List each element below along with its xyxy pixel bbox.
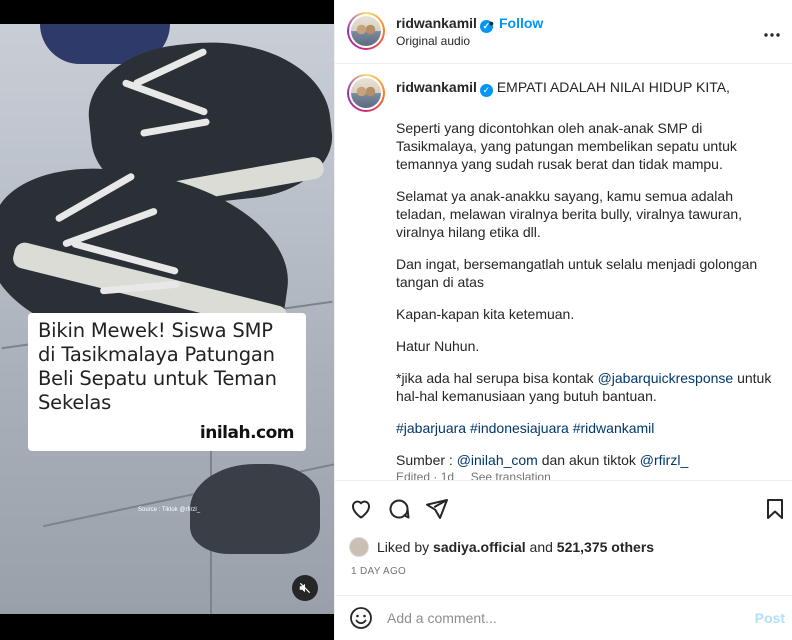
caption-text: *jika ada hal serupa bisa kontak [396,370,598,386]
hashtag-link[interactable]: #indonesiajuara [470,420,569,436]
caption-paragraph: Selamat ya anak-anakku sayang, kamu semu… [396,188,743,240]
caption-paragraph: *jika ada hal serupa bisa kontak @jabarq… [396,369,776,405]
follow-button[interactable]: Follow [499,15,543,31]
caption-meta[interactable]: Edited · 1d See translation [396,470,551,480]
likes-count[interactable]: 521,375 others [557,539,654,555]
caption-first-line: ridwankamil ✓ EMPATI ADALAH NILAI HIDUP K… [396,78,776,97]
profile-photo [351,16,381,46]
action-bar [335,480,792,534]
profile-photo [351,78,381,108]
caption-paragraph: Seperti yang dicontohkan oleh anak-anak … [396,120,737,172]
hashtag-link[interactable]: #ridwankamil [573,420,655,436]
post-caption: ridwankamil ✓ EMPATI ADALAH NILAI HIDUP K… [396,78,776,469]
likes-mid: and [529,539,553,555]
mention-link[interactable]: @inilah_com [457,452,538,468]
liker-username[interactable]: sadiya.official [433,539,526,555]
header-username[interactable]: ridwankamil ✓ [396,15,493,33]
speaker-muted-icon [299,582,311,594]
hashtag-link[interactable]: #jabarjuara [396,420,466,436]
likes-prefix: Liked by [377,539,430,555]
shoe [190,464,320,554]
mute-button[interactable] [292,575,318,601]
caption-text: dan akun tiktok [537,452,640,468]
add-comment-bar: Post [335,595,792,640]
more-options-button[interactable] [763,22,781,43]
likes-summary[interactable]: Liked by sadiya.official and 521,375 oth… [349,536,654,558]
avatar[interactable] [347,12,385,50]
post-panel: ridwankamil ✓ • Follow Original audio rid… [334,0,792,640]
liker-avatar[interactable] [349,537,369,557]
caption-paragraph: Kapan-kapan kita ketemuan. [396,306,575,322]
post-header: ridwankamil ✓ • Follow Original audio [335,0,792,64]
emoji-icon[interactable] [349,606,373,630]
caption-paragraph: Dan ingat, bersemangatlah untuk selalu m… [396,256,758,290]
comment-icon[interactable] [387,497,411,521]
username-text[interactable]: ridwankamil [396,15,477,31]
audio-link[interactable]: Original audio [396,34,470,48]
caption-avatar[interactable] [347,74,385,112]
heart-icon[interactable] [349,497,373,521]
mention-link[interactable]: @jabarquickresponse [598,370,734,386]
caption-headline: EMPATI ADALAH NILAI HIDUP KITA, [496,79,730,95]
video-caption-card: Bikin Mewek! Siswa SMP di Tasikmalaya Pa… [28,313,306,451]
send-icon[interactable] [425,497,449,521]
verified-badge-icon: ✓ [479,84,493,97]
caption-username[interactable]: ridwankamil [396,79,477,95]
hashtags: #jabarjuara #indonesiajuara #ridwankamil [396,419,776,437]
post-media[interactable]: Bikin Mewek! Siswa SMP di Tasikmalaya Pa… [0,0,334,640]
mention-link[interactable]: @rfirzl_ [640,452,688,468]
source-credit: Source : Tiktok @rfirzl_ [138,507,201,513]
video-caption-text: Bikin Mewek! Siswa SMP di Tasikmalaya Pa… [38,319,277,414]
separator-dot: • [489,15,494,31]
brand-watermark: inilah.com [199,423,295,443]
comment-input[interactable] [387,608,717,628]
post-date[interactable]: 1 DAY AGO [351,566,406,577]
caption-text: Sumber : [396,452,457,468]
post-comment-button[interactable]: Post [755,610,785,626]
source-line: Sumber : @inilah_com dan akun tiktok @rf… [396,451,776,469]
comments-section[interactable]: ridwankamil ✓ EMPATI ADALAH NILAI HIDUP K… [335,64,792,480]
more-horizontal-icon [764,33,780,37]
bookmark-icon[interactable] [763,497,787,521]
caption-paragraph: Hatur Nuhun. [396,338,480,354]
